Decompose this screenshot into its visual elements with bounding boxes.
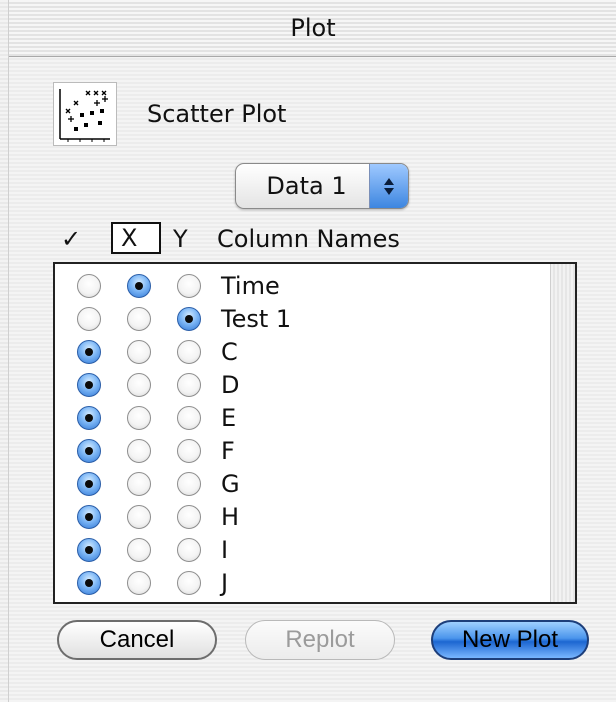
y-radio[interactable]: [177, 538, 201, 562]
y-radio[interactable]: [177, 274, 201, 298]
column-name: G: [221, 470, 240, 498]
x-radio[interactable]: [127, 406, 151, 430]
list-item: Test 1: [55, 303, 535, 335]
new-plot-button[interactable]: New Plot: [431, 620, 589, 660]
header-y: Y: [173, 225, 188, 253]
window-title: Plot: [290, 14, 336, 42]
x-radio[interactable]: [127, 307, 151, 331]
header-check: ✓: [61, 225, 82, 253]
list-item: D: [55, 369, 535, 401]
column-name: I: [221, 536, 229, 564]
plot-radio[interactable]: [77, 571, 101, 595]
list-item: E: [55, 402, 535, 434]
plot-radio[interactable]: [77, 538, 101, 562]
plot-radio[interactable]: [77, 505, 101, 529]
list-item: Time: [55, 270, 535, 302]
dataset-popup[interactable]: Data 1: [235, 163, 409, 209]
y-radio[interactable]: [177, 505, 201, 529]
plot-radio[interactable]: [77, 340, 101, 364]
list-item: I: [55, 534, 535, 566]
list-item: F: [55, 435, 535, 467]
plot-radio[interactable]: [77, 439, 101, 463]
cancel-button[interactable]: Cancel: [57, 620, 217, 660]
column-list: Time Test 1 CDEFGHIJ: [53, 262, 577, 604]
y-radio[interactable]: [177, 373, 201, 397]
column-name: J: [221, 569, 229, 597]
column-name: Time: [221, 272, 280, 300]
column-name: H: [221, 503, 240, 531]
x-radio[interactable]: [127, 538, 151, 562]
column-name: C: [221, 338, 238, 366]
x-radio[interactable]: [127, 505, 151, 529]
plot-dialog: Plot Scatter Plot Data 1 ✓ X Y Column Na…: [8, 0, 616, 702]
column-name: F: [221, 437, 235, 465]
x-radio[interactable]: [127, 571, 151, 595]
plot-radio[interactable]: [77, 373, 101, 397]
y-radio[interactable]: [177, 439, 201, 463]
x-radio[interactable]: [127, 340, 151, 364]
titlebar[interactable]: Plot: [9, 0, 616, 57]
plot-radio[interactable]: [77, 406, 101, 430]
scatter-plot-icon: [53, 82, 117, 146]
dataset-selected: Data 1: [266, 172, 347, 200]
plot-radio[interactable]: [77, 307, 101, 331]
x-radio[interactable]: [127, 373, 151, 397]
header-column-names: Column Names: [217, 225, 400, 253]
list-item: H: [55, 501, 535, 533]
y-radio[interactable]: [177, 406, 201, 430]
header-x: X: [111, 222, 161, 254]
plot-type-label: Scatter Plot: [147, 100, 287, 128]
x-radio[interactable]: [127, 274, 151, 298]
column-name: E: [221, 404, 237, 432]
y-radio[interactable]: [177, 571, 201, 595]
plot-radio[interactable]: [77, 274, 101, 298]
list-item: C: [55, 336, 535, 368]
column-name: Test 1: [221, 305, 292, 333]
scrollbar[interactable]: [550, 264, 575, 602]
list-item: J: [55, 567, 535, 599]
plot-type: Scatter Plot: [53, 82, 286, 146]
replot-button[interactable]: Replot: [245, 620, 395, 660]
column-name: D: [221, 371, 240, 399]
y-radio[interactable]: [177, 472, 201, 496]
y-radio[interactable]: [177, 307, 201, 331]
x-radio[interactable]: [127, 472, 151, 496]
x-radio[interactable]: [127, 439, 151, 463]
y-radio[interactable]: [177, 340, 201, 364]
plot-radio[interactable]: [77, 472, 101, 496]
list-item: G: [55, 468, 535, 500]
popup-arrows-icon: [369, 164, 408, 208]
